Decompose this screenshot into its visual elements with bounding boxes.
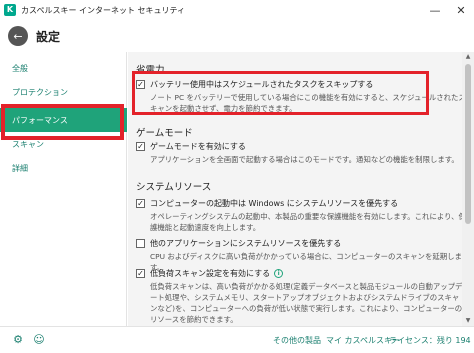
- window-title: カスペルスキー インターネット セキュリティ: [21, 5, 186, 15]
- license-link[interactable]: ライセンス：残り 194 日: [389, 335, 474, 346]
- sidebar-highlight-box: [1, 104, 124, 140]
- support-icon[interactable]: ☺: [33, 334, 45, 346]
- back-button[interactable]: ←: [8, 26, 28, 46]
- settings-sidebar: 全般 プロテクション パフォーマンス スキャン 詳細: [0, 52, 127, 326]
- page-header: ← 設定: [0, 20, 474, 52]
- option-label: コンピューターの起動中は Windows にシステムリソースを優先する: [150, 199, 399, 208]
- option-description: オペレーティングシステムの起動中、本製品の重要な保護機能を有効にします。これによ…: [150, 212, 462, 232]
- content-scrollbar[interactable]: ▲ ▼: [462, 52, 474, 326]
- window-controls: — ✕: [422, 0, 474, 20]
- kaspersky-logo-icon: K: [4, 4, 16, 16]
- checkbox-prioritize-other-apps[interactable]: [136, 239, 145, 248]
- sidebar-item-general[interactable]: 全般: [0, 56, 127, 80]
- scroll-up-icon[interactable]: ▲: [462, 52, 474, 62]
- sidebar-item-advanced[interactable]: 詳細: [0, 156, 127, 180]
- option-prioritize-windows-startup: ✓ コンピューターの起動中は Windows にシステムリソースを優先する オペ…: [136, 198, 462, 233]
- scroll-down-icon[interactable]: ▼: [462, 316, 474, 326]
- page-title: 設定: [36, 29, 61, 44]
- scroll-thumb[interactable]: [465, 64, 471, 224]
- section-title-game-mode: ゲームモード: [136, 128, 193, 139]
- info-icon[interactable]: i: [274, 269, 284, 278]
- option-description: 低負荷スキャンは、高い負荷がかかる処理(定義データベースと製品モジュールの自動ア…: [150, 282, 462, 324]
- sidebar-item-protection[interactable]: プロテクション: [0, 80, 127, 104]
- section-title-system-resources: システムリソース: [136, 182, 212, 193]
- footer: ⚙ ☺ その他の製品 マイ カスペルスキー ライセンス：残り 194 日: [0, 326, 474, 353]
- option-game-mode: ✓ ゲームモードを有効にする アプリケーションを全画面で起動する場合はこのモード…: [136, 141, 459, 165]
- option-idle-scan: ✓ 低負荷スキャン設定を有効にする i 低負荷スキャンは、高い負荷がかかる処理(…: [136, 268, 462, 325]
- checkbox-idle-scan[interactable]: ✓: [136, 269, 145, 278]
- close-button[interactable]: ✕: [448, 0, 474, 20]
- checkbox-prioritize-windows-startup[interactable]: ✓: [136, 199, 145, 208]
- option-description: アプリケーションを全画面で起動する場合はこのモードです。通知などの機能を制限しま…: [150, 155, 459, 164]
- option-label: ゲームモードを有効にする: [150, 142, 246, 151]
- checkbox-game-mode[interactable]: ✓: [136, 142, 145, 151]
- option-highlight-box: [132, 71, 429, 115]
- title-bar: K カスペルスキー インターネット セキュリティ — ✕: [0, 0, 474, 20]
- gear-icon[interactable]: ⚙: [12, 334, 24, 346]
- option-label: 低負荷スキャン設定を有効にする: [150, 269, 271, 278]
- other-products-link[interactable]: その他の製品: [273, 335, 321, 346]
- minimize-button[interactable]: —: [422, 0, 448, 20]
- option-label: 他のアプリケーションにシステムリソースを優先する: [150, 239, 342, 248]
